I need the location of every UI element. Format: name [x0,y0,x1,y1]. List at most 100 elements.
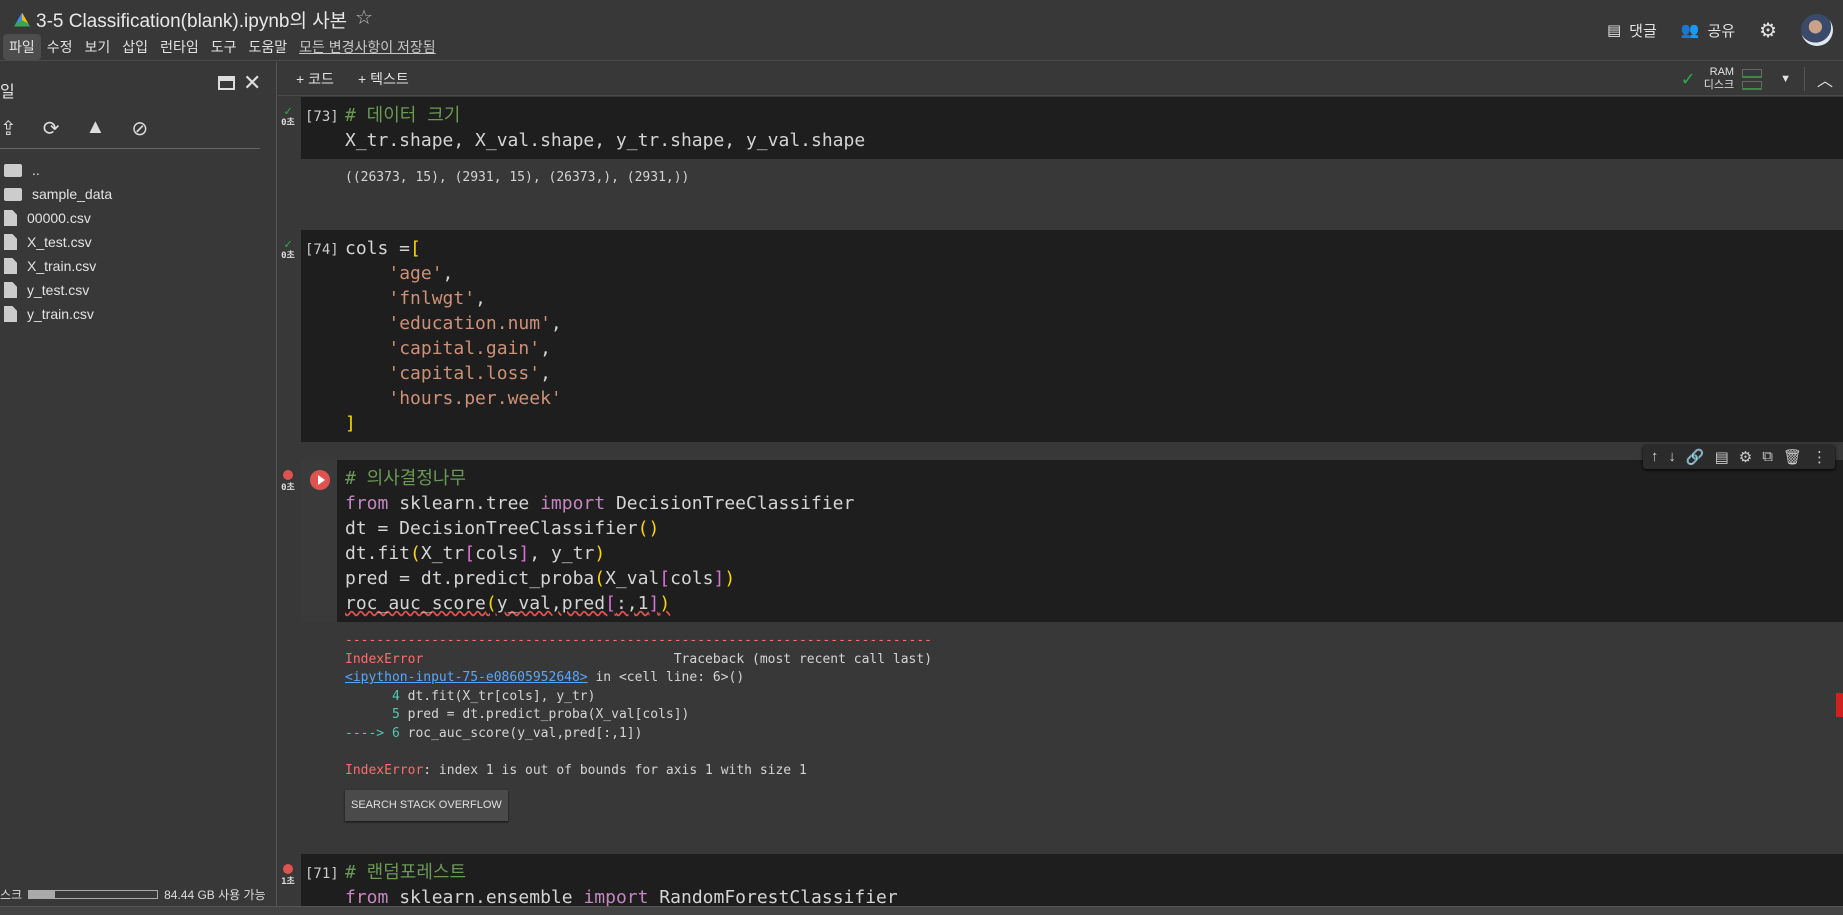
code-token: DecisionTreeClassifier [605,493,855,514]
horizontal-scrollbar[interactable] [0,906,1843,915]
file-item[interactable]: sample_data [4,182,112,206]
search-stack-overflow-button[interactable]: SEARCH STACK OVERFLOW [345,790,508,821]
notebook-title[interactable]: 3-5 Classification(blank).ipynb의 사본 [14,6,347,33]
execution-count: [71] [305,866,339,882]
file-icon [4,210,17,226]
code-line: 'capital.loss', [345,361,1843,386]
code-line: # 의사결정나무 [345,466,1843,491]
code-cell[interactable]: 0초 # 의사결정나무 from sklearn.tree import Decis… [281,460,1843,831]
menu-edit[interactable]: 수정 [41,34,79,60]
file-item[interactable]: y_train.csv [4,302,112,326]
code-token: , [540,338,551,359]
menu-tools[interactable]: 도구 [205,34,243,60]
code-token: RandomForestClassifier [648,887,898,907]
code-line: 'education.num', [345,311,1843,336]
avatar[interactable] [1801,14,1833,46]
code-token: Traceback (most recent call last) [423,651,933,667]
code-token: , [540,363,551,384]
mirror-cell-icon[interactable]: ⧉ [1762,448,1773,466]
code-editor[interactable]: [73] ✓ 0초 # 데이터 크기 X_tr.shape, X_val.shape, … [281,97,1843,159]
disk-usage-bar [28,890,159,899]
code-token: # 랜덤포레스트 [345,862,467,883]
star-icon[interactable]: ☆ [355,5,373,30]
menu-file[interactable]: 파일 [3,34,41,60]
code-token: in <cell line: 6>() [587,670,745,685]
code-token: ] [713,568,725,589]
cell-output: ----------------------------------------… [301,622,1843,831]
mount-drive-icon[interactable]: ▲ [86,116,106,141]
code-token: from [345,493,389,514]
app-header: 3-5 Classification(blank).ipynb의 사본 ☆ 파일… [0,0,1843,61]
move-up-icon[interactable]: ↑ [1651,448,1659,466]
code-line: # 랜덤포레스트 [345,860,1843,885]
code-token: , y_tr [529,543,595,564]
comment-button[interactable]: ▤ 댓글 [1607,20,1657,41]
menu-view[interactable]: 보기 [79,34,117,60]
resources-indicator[interactable]: ✓ RAM 디스크 ▼ [1681,66,1791,92]
code-editor[interactable]: 0초 # 의사결정나무 from sklearn.tree import Decis… [281,460,1843,622]
menu-runtime[interactable]: 런타임 [154,34,205,60]
code-token: IndexError [345,762,424,778]
file-item[interactable]: 00000.csv [4,206,112,230]
refresh-folder-icon[interactable]: ⟳ [43,116,60,141]
code-token: cols [475,543,519,564]
code-token: sklearn.ensemble [388,887,584,907]
code-cell[interactable]: [73] ✓ 0초 # 데이터 크기 X_tr.shape, X_val.shape, … [281,97,1843,198]
upload-file-icon[interactable]: ⇪ [0,116,17,141]
add-text-button[interactable]: + 텍스트 [358,69,409,89]
notebook-area: [73] ✓ 0초 # 데이터 크기 X_tr.shape, X_val.shape, … [278,97,1843,907]
code-cell[interactable]: [74] ✓ 0초 cols =[ 'age', 'fnlwgt', 'educati… [281,230,1843,442]
comment-icon: ▤ [1606,22,1622,39]
move-down-icon[interactable]: ↓ [1668,448,1676,466]
title-text[interactable]: 3-5 Classification(blank).ipynb의 사본 [36,6,347,33]
code-cell[interactable]: [71] 1초 # 랜덤포레스트 from sklearn.ensemble impo… [281,854,1843,907]
code-token: ) [659,593,671,614]
code-editor[interactable]: [71] 1초 # 랜덤포레스트 from sklearn.ensemble impo… [281,854,1843,907]
comment-icon[interactable]: ▤ [1715,448,1729,466]
menu-help[interactable]: 도움말 [242,34,293,60]
file-icon [4,258,17,274]
collapse-chevron-up-icon[interactable]: ︿ [1803,67,1833,91]
share-button[interactable]: 👥 공유 [1681,20,1735,41]
file-item[interactable]: .. [4,158,112,182]
file-item[interactable]: y_test.csv [4,278,112,302]
code-token: X_tr.shape, X_val.shape, y_tr.shape, y_v… [345,130,866,151]
code-line: X_tr.shape, X_val.shape, y_tr.shape, y_v… [345,128,1843,153]
code-token: import [540,493,606,514]
sidebar-title: 일 [0,84,15,101]
settings-gear-icon[interactable]: ⚙ [1759,18,1777,43]
code-token: # 의사결정나무 [345,468,467,489]
code-token: dt.fit [345,543,411,564]
open-in-tab-icon[interactable] [218,76,235,90]
traceback-link[interactable]: <ipython-input-75-e08605952648> [345,670,588,685]
file-item[interactable]: X_train.csv [4,254,112,278]
divider [0,148,260,149]
saved-status-link[interactable]: 모든 변경사항이 저장됨 [293,34,442,60]
more-options-icon[interactable]: ⋮ [1812,448,1827,466]
code-token: pred = dt.predict_proba [345,568,595,589]
link-icon[interactable]: 🔗 [1686,448,1705,466]
close-icon[interactable]: ✕ [243,70,261,96]
code-token: ] [518,543,530,564]
file-name: 00000.csv [27,210,91,226]
settings-gear-icon[interactable]: ⚙ [1739,448,1752,466]
code-token: ----> [345,725,392,741]
file-icon [4,306,17,322]
code-token: ( [594,568,606,589]
file-item[interactable]: X_test.csv [4,230,112,254]
people-icon: 👥 [1680,22,1700,39]
code-token: roc_auc_score [345,593,486,614]
menu-insert[interactable]: 삽입 [116,34,154,60]
drive-logo-icon [14,12,30,27]
ram-bar [1742,68,1763,78]
add-code-button[interactable]: + 코드 [296,69,334,89]
dropdown-arrow-icon[interactable]: ▼ [1780,73,1791,85]
code-editor[interactable]: [74] ✓ 0초 cols =[ 'age', 'fnlwgt', 'educati… [281,230,1843,442]
delete-icon[interactable]: 🗑 [1783,448,1802,466]
hide-files-icon[interactable]: ⊘ [131,116,148,141]
folder-icon [4,187,22,201]
run-cell-button[interactable] [310,470,330,490]
code-token: import [583,887,649,907]
